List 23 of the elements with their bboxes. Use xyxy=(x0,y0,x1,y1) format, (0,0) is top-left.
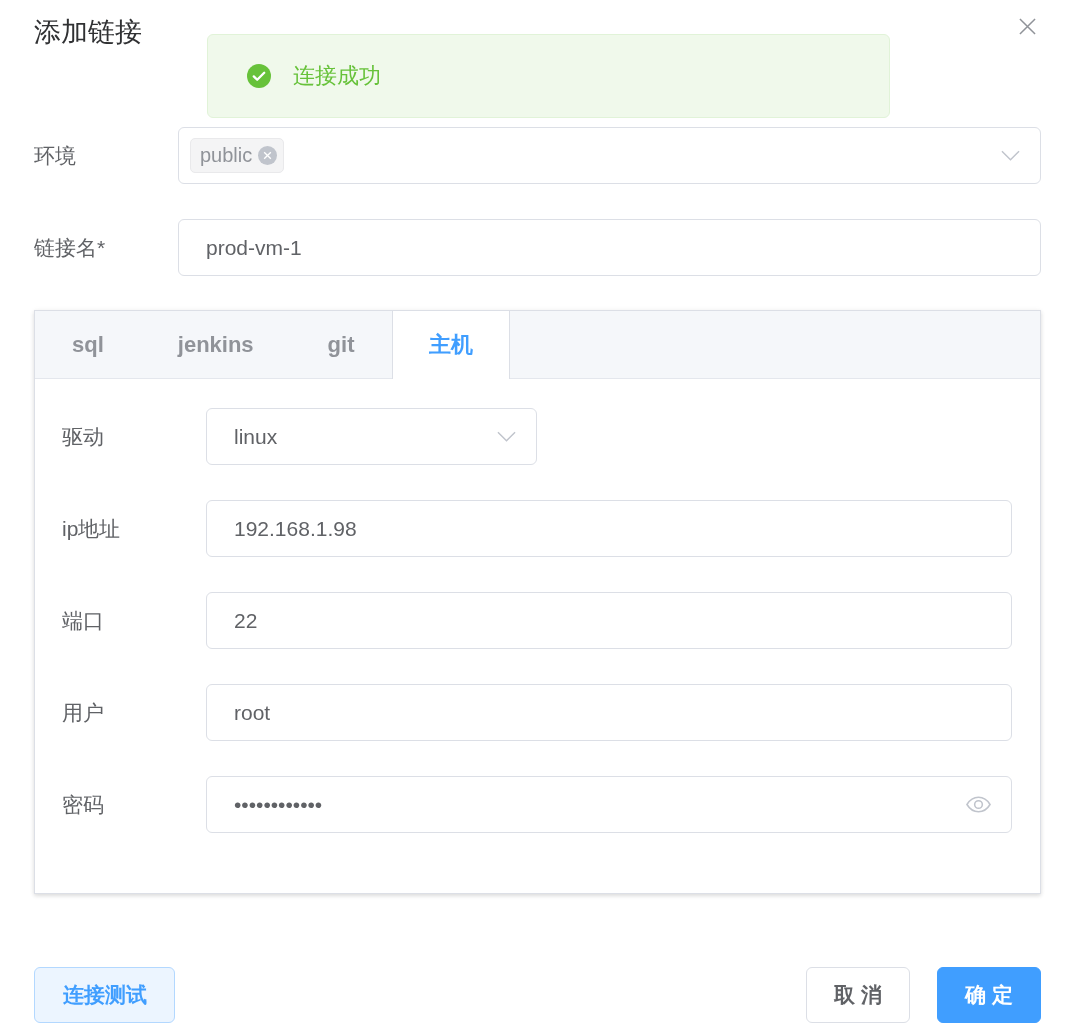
field-label: ip地址 xyxy=(62,515,122,542)
tag-text: public xyxy=(200,144,253,167)
field-label: 端口 xyxy=(62,607,105,634)
eye-icon[interactable] xyxy=(966,796,991,813)
field-label: 用户 xyxy=(62,699,105,726)
text-input[interactable]: 22 xyxy=(206,592,1012,649)
text-input[interactable]: root xyxy=(206,684,1012,741)
check-circle-icon xyxy=(247,64,271,88)
caret-icon xyxy=(1001,150,1020,161)
select-field[interactable]: linux xyxy=(206,408,537,465)
field-label: 驱动 xyxy=(62,423,105,450)
text-input[interactable]: 192.168.1.98 xyxy=(206,500,1012,557)
dialog-title: 添加链接 xyxy=(34,16,142,49)
tag-close-icon[interactable] xyxy=(258,146,278,165)
close-icon[interactable] xyxy=(1019,18,1036,35)
field-label: 链接名* xyxy=(34,234,107,261)
cancel-button[interactable]: 取 消 xyxy=(806,967,910,1023)
message-text: 连接成功 xyxy=(293,62,381,90)
caret-icon xyxy=(497,431,516,442)
field-label: 密码 xyxy=(62,791,105,818)
text-input[interactable]: prod-vm-1 xyxy=(178,219,1041,276)
field-label: 环境 xyxy=(34,142,77,169)
password-input[interactable]: •••••••••••• xyxy=(206,776,1012,833)
